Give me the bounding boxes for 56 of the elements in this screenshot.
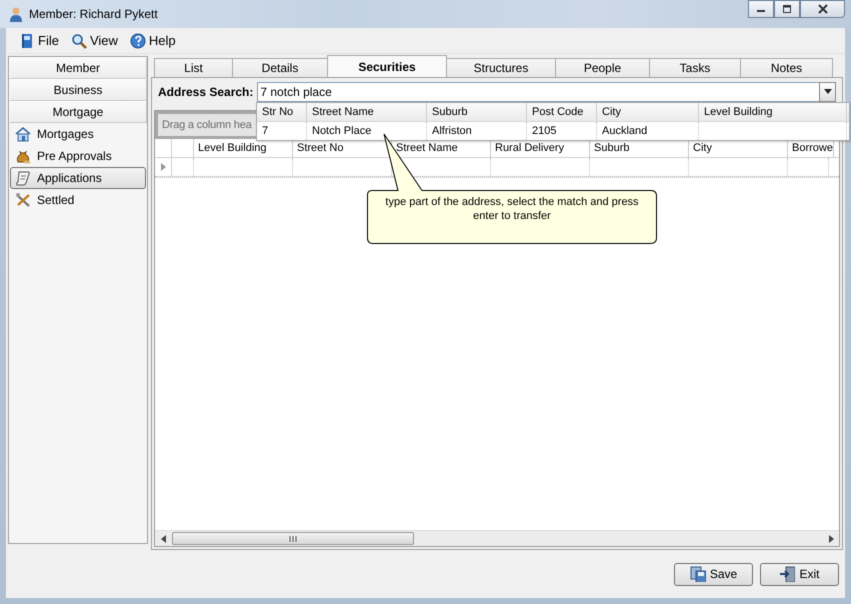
scrollbar-thumb[interactable] [172,532,414,545]
tools-icon [15,192,31,208]
section-button[interactable]: Mortgage [9,101,147,123]
exit-icon [779,566,796,582]
tab[interactable]: Notes [740,58,833,77]
maximize-button[interactable] [774,0,800,18]
column-header[interactable]: Suburb [427,103,527,121]
tab[interactable]: Details [232,58,328,77]
book-icon [19,32,35,48]
row-indicator-icon [161,163,166,171]
column-header[interactable]: City [597,103,699,121]
column-header[interactable]: Post Code [527,103,597,121]
table-cell: Notch Place [312,125,372,137]
scroll-icon [15,170,31,186]
scroll-right-icon[interactable] [829,534,834,542]
caret-icon [824,89,832,94]
menu-item[interactable]: Help [124,30,181,50]
menu-item[interactable]: View [66,30,123,50]
close-button[interactable] [800,0,845,18]
tab[interactable]: Tasks [649,58,741,77]
column-header[interactable]: Street Name [307,103,427,121]
table-cell: 7 [262,125,268,137]
magnifier-icon [70,32,87,48]
section-button[interactable]: Member [9,57,147,79]
table-cell: Auckland [602,125,648,137]
help-icon [130,32,146,48]
column-header[interactable]: Str No [257,103,307,121]
section-button[interactable]: Business [9,79,147,101]
sidebar-item[interactable]: Pre Approvals [10,145,146,167]
person-icon [8,6,24,22]
close-icon [818,4,828,14]
dialog-button[interactable]: Save [674,562,753,586]
address-search-field[interactable]: 7 notch place [257,82,819,102]
column-header[interactable]: Level Building [699,103,847,121]
menu-item[interactable]: File [14,30,64,50]
group-panel-hint: Drag a column hea [158,114,256,136]
scroll-left-icon[interactable] [161,534,166,542]
money-bag-icon [15,148,31,164]
table-cell: 2105 [532,125,556,137]
tab[interactable]: People [555,58,650,77]
tab[interactable]: List [154,58,233,77]
horizontal-scrollbar[interactable] [155,530,839,546]
sidebar-item[interactable]: Mortgages [10,123,146,145]
field-label: Address Search: [158,84,254,98]
table-cell: Alfriston [432,125,472,137]
sidebar-item[interactable]: Settled [10,189,146,211]
house-icon [15,126,31,142]
sidebar-item[interactable]: Applications [10,167,146,189]
tab[interactable]: Securities [327,55,447,77]
minimize-button[interactable] [748,0,774,18]
maximize-icon [782,5,792,13]
dialog-button[interactable]: Exit [760,562,839,586]
dropdown-button[interactable] [819,82,836,102]
save-icon [690,566,706,582]
tab[interactable]: Structures [446,58,556,77]
window-title: Member: Richard Pykett [29,7,158,21]
